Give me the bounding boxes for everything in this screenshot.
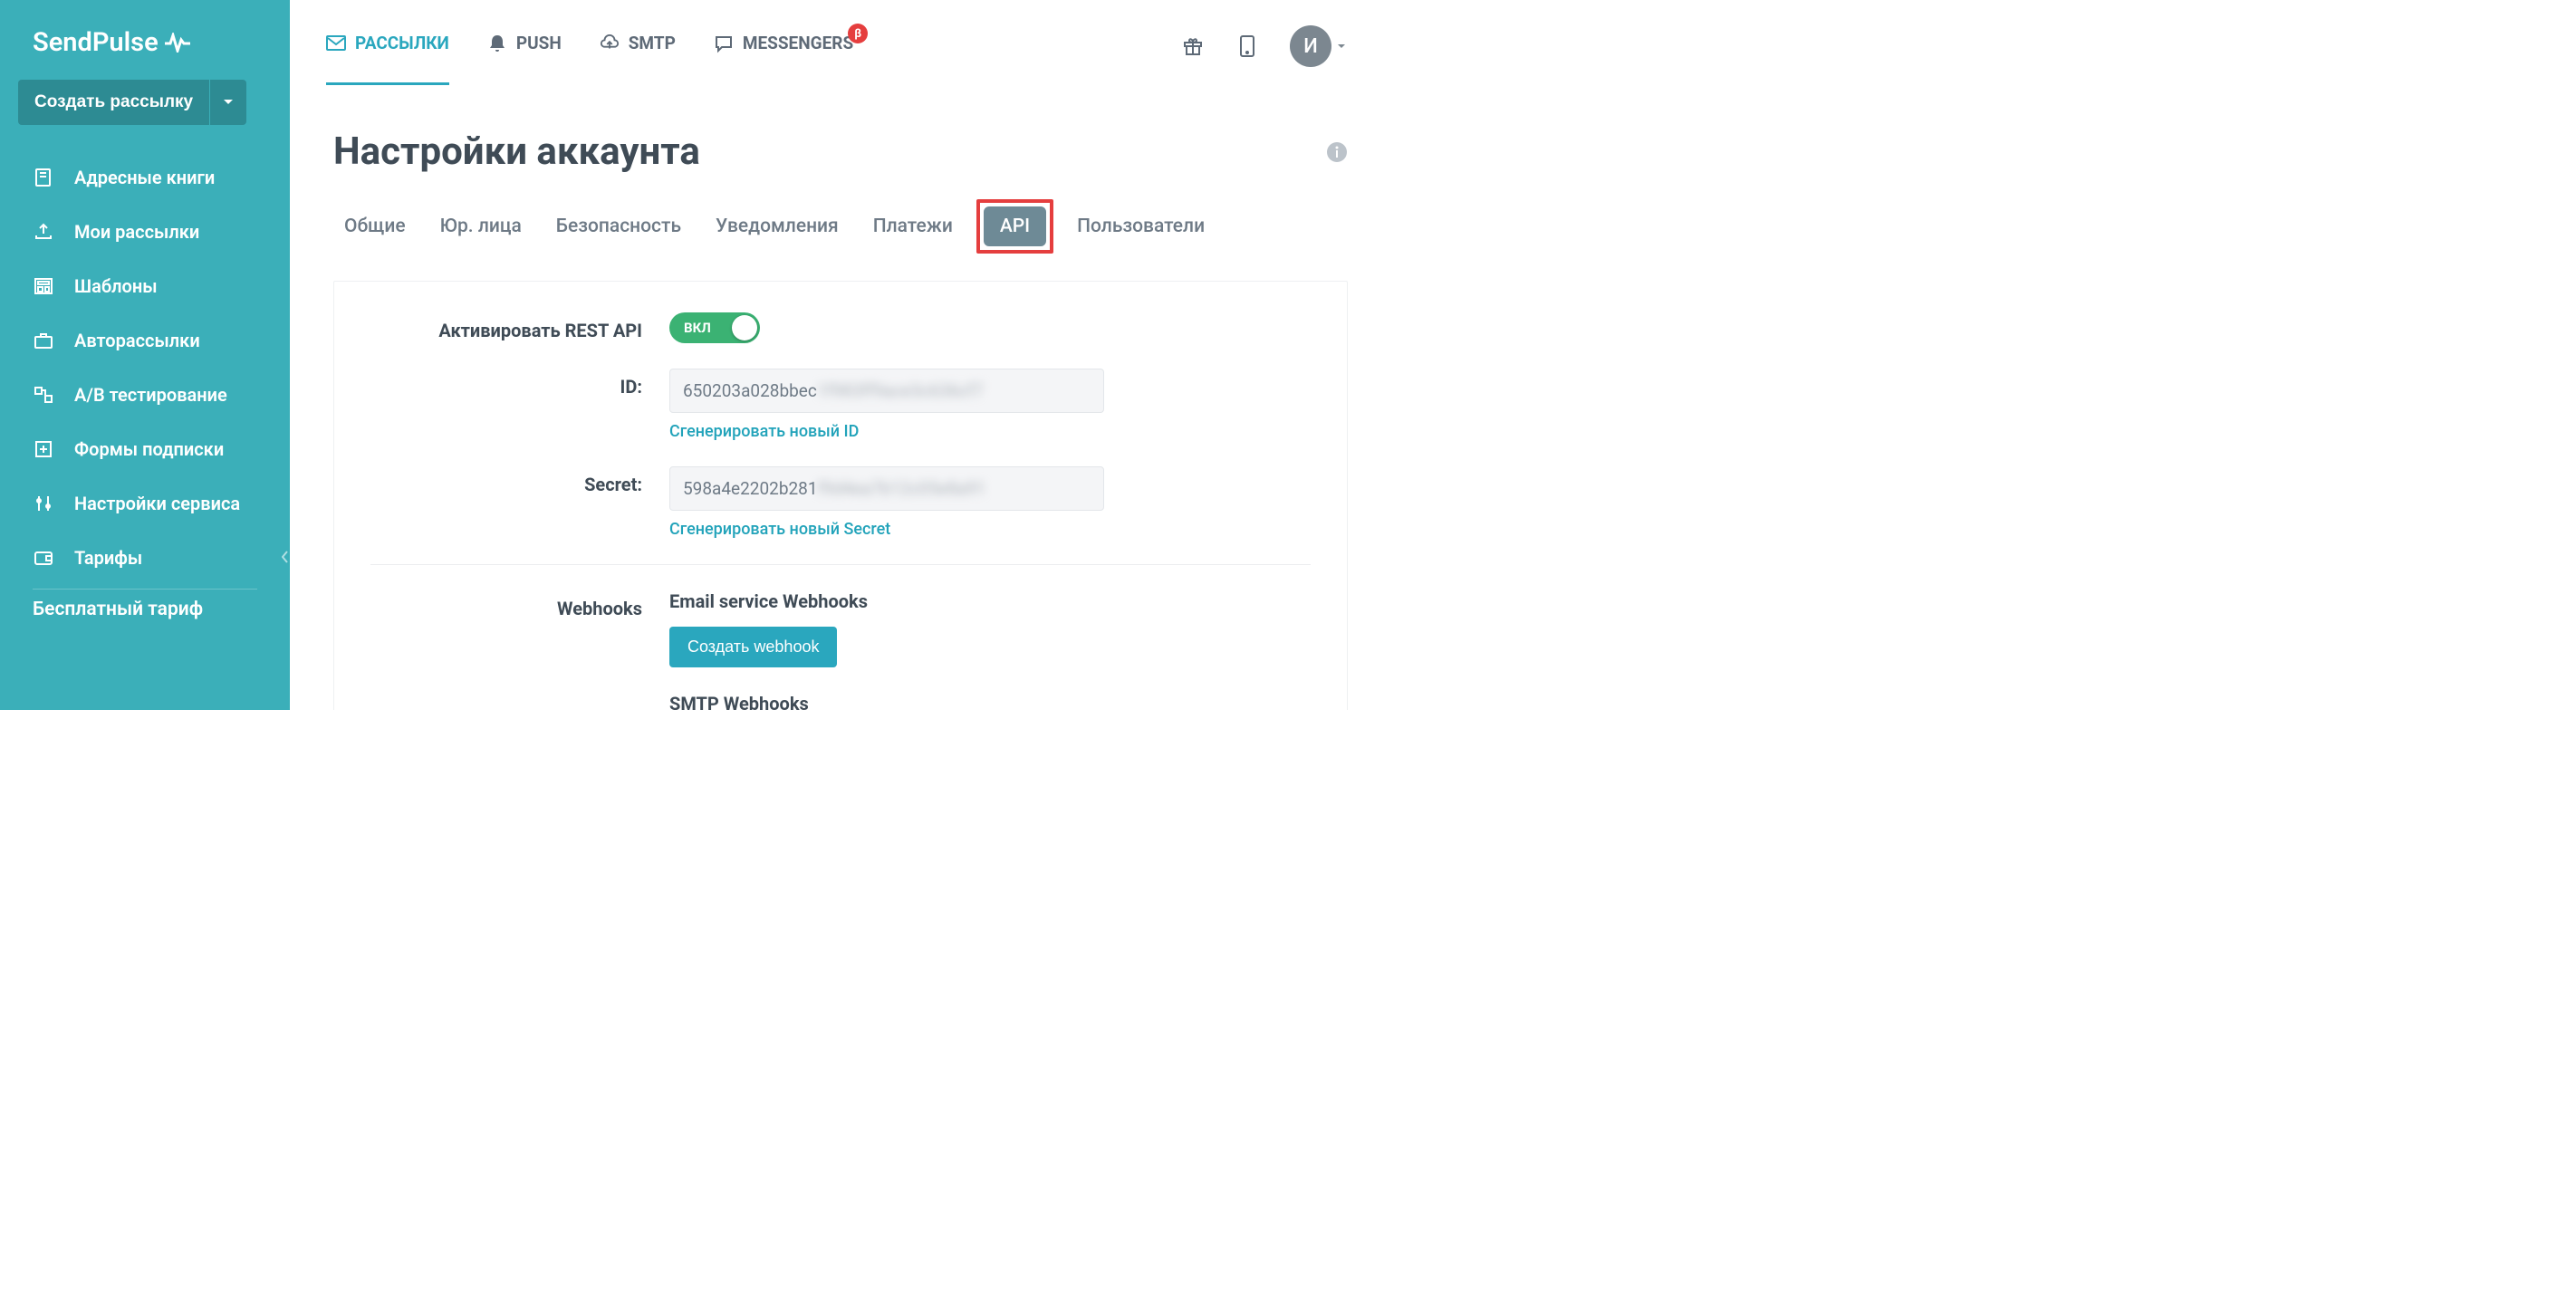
tab-general[interactable]: Общие: [333, 206, 417, 246]
book-icon: [33, 167, 54, 188]
topnav-messengers[interactable]: MESSENGERS β: [714, 33, 853, 85]
divider: [33, 589, 257, 590]
tab-payments[interactable]: Платежи: [862, 206, 964, 246]
avatar: И: [1290, 25, 1331, 67]
chat-icon: [714, 34, 734, 53]
api-id-label: ID:: [370, 369, 642, 398]
sidebar-item-tariffs[interactable]: Тарифы: [0, 531, 290, 585]
beta-badge: β: [848, 24, 868, 43]
toggle-knob: [732, 315, 757, 340]
create-webhook-button[interactable]: Создать webhook: [669, 627, 837, 667]
regenerate-id-link[interactable]: Сгенерировать новый ID: [669, 422, 859, 441]
topnav-label: SMTP: [629, 33, 676, 53]
api-id-value[interactable]: 650203a028bbec1f983ff9ace3c636cf7: [669, 369, 1104, 413]
sidebar-item-label: A/B тестирование: [74, 384, 227, 406]
mobile-icon[interactable]: [1235, 34, 1259, 58]
sidebar-collapse-icon[interactable]: [282, 551, 291, 565]
webhooks-label: Webhooks: [370, 590, 642, 619]
divider: [370, 564, 1311, 565]
tab-security[interactable]: Безопасность: [545, 206, 692, 246]
top-nav: РАССЫЛКИ PUSH SMTP MESSENGERS β И: [290, 0, 1391, 93]
sidebar: SendPulse Создать рассылку Адресные книг…: [0, 0, 290, 710]
form-icon: [33, 438, 54, 460]
bell-icon: [487, 34, 507, 53]
brand-name: SendPulse: [33, 27, 159, 58]
topnav-label: РАССЫЛКИ: [355, 33, 449, 53]
info-icon[interactable]: [1326, 141, 1348, 163]
create-campaign-button[interactable]: Создать рассылку: [18, 80, 209, 125]
brand-logo[interactable]: SendPulse: [0, 9, 290, 80]
api-settings-card: Активировать REST API ВКЛ ID: 650203a028…: [333, 281, 1348, 710]
template-icon: [33, 275, 54, 297]
tab-users[interactable]: Пользователи: [1066, 206, 1216, 246]
sidebar-item-ab-testing[interactable]: A/B тестирование: [0, 368, 290, 422]
sidebar-item-label: Настройки сервиса: [74, 493, 240, 514]
mail-icon: [326, 34, 346, 53]
email-webhooks-heading: Email service Webhooks: [669, 590, 1104, 612]
gift-icon[interactable]: [1181, 34, 1205, 58]
sidebar-item-label: Формы подписки: [74, 438, 224, 460]
pulse-icon: [164, 33, 191, 53]
api-secret-value[interactable]: 598a4e2202b281f9d4ea7b12c05e8a91: [669, 466, 1104, 511]
chevron-down-icon: [1337, 43, 1346, 50]
sidebar-item-label: Адресные книги: [74, 167, 215, 188]
sliders-icon: [33, 493, 54, 514]
regenerate-secret-link[interactable]: Сгенерировать новый Secret: [669, 520, 890, 539]
automation-icon: [33, 330, 54, 351]
activate-api-label: Активировать REST API: [370, 312, 642, 341]
sidebar-item-label: Шаблоны: [74, 275, 158, 297]
smtp-webhooks-heading: SMTP Webhooks: [669, 693, 1104, 710]
sidebar-item-templates[interactable]: Шаблоны: [0, 259, 290, 313]
topnav-label: MESSENGERS: [743, 33, 853, 53]
sidebar-item-label: Авторассылки: [74, 330, 200, 351]
toggle-on-label: ВКЛ: [684, 320, 711, 336]
topnav-campaigns[interactable]: РАССЫЛКИ: [326, 33, 449, 85]
sidebar-item-subscription-forms[interactable]: Формы подписки: [0, 422, 290, 476]
sidebar-item-service-settings[interactable]: Настройки сервиса: [0, 476, 290, 531]
ab-icon: [33, 384, 54, 406]
settings-tabs: Общие Юр. лица Безопасность Уведомления …: [333, 199, 1348, 254]
topnav-push[interactable]: PUSH: [487, 33, 562, 85]
tab-notifications[interactable]: Уведомления: [705, 206, 850, 246]
topnav-smtp[interactable]: SMTP: [600, 33, 676, 85]
page-title: Настройки аккаунта: [333, 129, 700, 174]
sidebar-item-label: Мои рассылки: [74, 221, 199, 243]
create-campaign-dropdown[interactable]: [209, 80, 246, 125]
wallet-icon: [33, 547, 54, 569]
topnav-label: PUSH: [516, 33, 562, 53]
account-menu[interactable]: И: [1290, 25, 1346, 67]
tab-api-highlight: API: [976, 199, 1053, 254]
cloud-icon: [600, 34, 620, 53]
activate-api-toggle[interactable]: ВКЛ: [669, 312, 760, 343]
sidebar-plan-label: Бесплатный тариф: [0, 593, 290, 620]
sidebar-item-automation[interactable]: Авторассылки: [0, 313, 290, 368]
sidebar-item-my-campaigns[interactable]: Мои рассылки: [0, 205, 290, 259]
sidebar-item-label: Тарифы: [74, 547, 142, 569]
sidebar-item-address-books[interactable]: Адресные книги: [0, 150, 290, 205]
api-secret-label: Secret:: [370, 466, 642, 495]
upload-icon: [33, 221, 54, 243]
tab-api[interactable]: API: [984, 206, 1046, 246]
tab-legal[interactable]: Юр. лица: [429, 206, 533, 246]
